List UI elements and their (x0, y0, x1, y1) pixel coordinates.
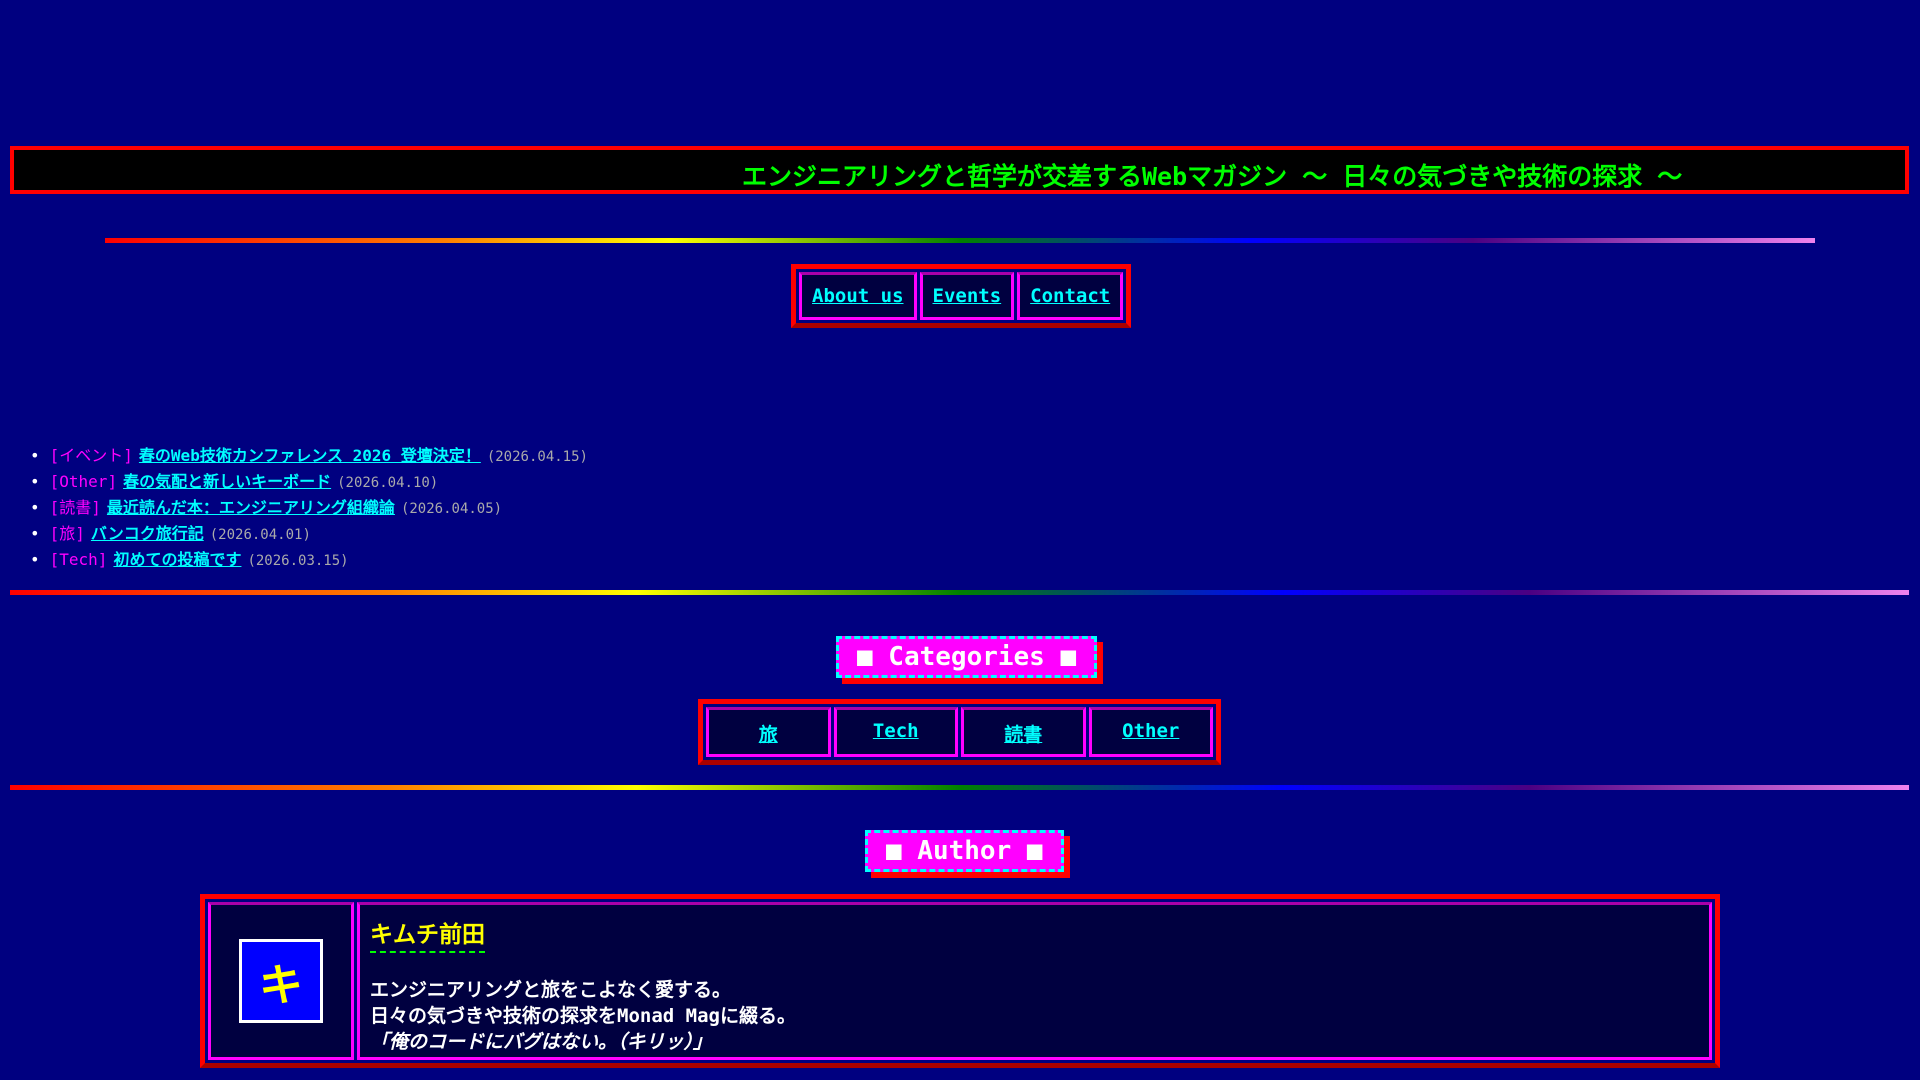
category-travel[interactable]: 旅 (706, 707, 831, 757)
bio-line: 日々の気づきや技術の探求をMonad Magに綴る。 (370, 1005, 796, 1027)
author-card: キ キムチ前田 エンジニアリングと旅をこよなく愛する。 日々の気づきや技術の探求… (200, 894, 1720, 1068)
news-link[interactable]: 春のWeb技術カンファレンス 2026 登壇決定！ (139, 446, 481, 465)
news-link[interactable]: 初めての投稿です (113, 550, 241, 569)
author-name: キムチ前田 (370, 915, 485, 953)
bio-line: エンジニアリングと旅をこよなく愛する。 (370, 979, 732, 1001)
news-list: [イベント] 春のWeb技術カンファレンス 2026 登壇決定！ (2026.04.… (30, 443, 588, 573)
nav-events[interactable]: Events (919, 272, 1015, 320)
news-tag: [イベント] (49, 446, 133, 465)
news-tag: [読書] (49, 498, 101, 517)
category-reading[interactable]: 読書 (961, 707, 1086, 757)
category-other[interactable]: Other (1088, 707, 1213, 757)
nav-about-us[interactable]: About us (799, 272, 917, 320)
tagline: エンジニアリングと哲学が交差するWebマガジン 〜 日々の気づきや技術の探求 〜 (742, 162, 1683, 191)
avatar: キ (239, 939, 323, 1023)
author-info: キムチ前田 エンジニアリングと旅をこよなく愛する。 日々の気づきや技術の探求をM… (357, 902, 1712, 1060)
category-list: 旅 Tech 読書 Other (698, 699, 1221, 765)
rainbow-divider (10, 785, 1909, 790)
news-date: (2026.04.10) (337, 475, 439, 491)
news-link[interactable]: 春の気配と新しいキーボード (123, 472, 331, 491)
rainbow-divider (10, 590, 1909, 595)
bio-quote: 「俺のコードにバグはない。（キリッ）」 (370, 1031, 713, 1053)
list-item: [Other] 春の気配と新しいキーボード (2026.04.10) (30, 469, 588, 495)
avatar-cell: キ (208, 902, 354, 1060)
news-date: (2026.03.15) (247, 553, 349, 569)
news-tag: [旅] (49, 524, 85, 543)
list-item: [Tech] 初めての投稿です (2026.03.15) (30, 547, 588, 573)
list-item: [旅] バンコク旅行記 (2026.04.01) (30, 521, 588, 547)
categories-heading: ■ Categories ■ (836, 636, 1098, 678)
main-nav: About us Events Contact (791, 264, 1132, 328)
rainbow-divider (105, 238, 1815, 243)
news-link[interactable]: バンコク旅行記 (91, 524, 204, 543)
news-date: (2026.04.05) (400, 501, 503, 517)
list-item: [読書] 最近読んだ本：エンジニアリング組織論 (2026.04.05) (30, 495, 588, 521)
news-tag: [Other] (49, 472, 118, 491)
news-tag: [Tech] (49, 550, 108, 569)
marquee-banner: エンジニアリングと哲学が交差するWebマガジン 〜 日々の気づきや技術の探求 〜 (10, 146, 1909, 194)
news-date: (2026.04.01) (209, 527, 311, 543)
author-heading: ■ Author ■ (865, 830, 1064, 872)
news-link[interactable]: 最近読んだ本：エンジニアリング組織論 (107, 498, 395, 517)
nav-contact[interactable]: Contact (1017, 272, 1124, 320)
author-bio: エンジニアリングと旅をこよなく愛する。 日々の気づきや技術の探求をMonad M… (370, 977, 1699, 1055)
list-item: [イベント] 春のWeb技術カンファレンス 2026 登壇決定！ (2026.04.… (30, 443, 588, 469)
news-date: (2026.04.15) (486, 449, 588, 465)
category-tech[interactable]: Tech (833, 707, 958, 757)
